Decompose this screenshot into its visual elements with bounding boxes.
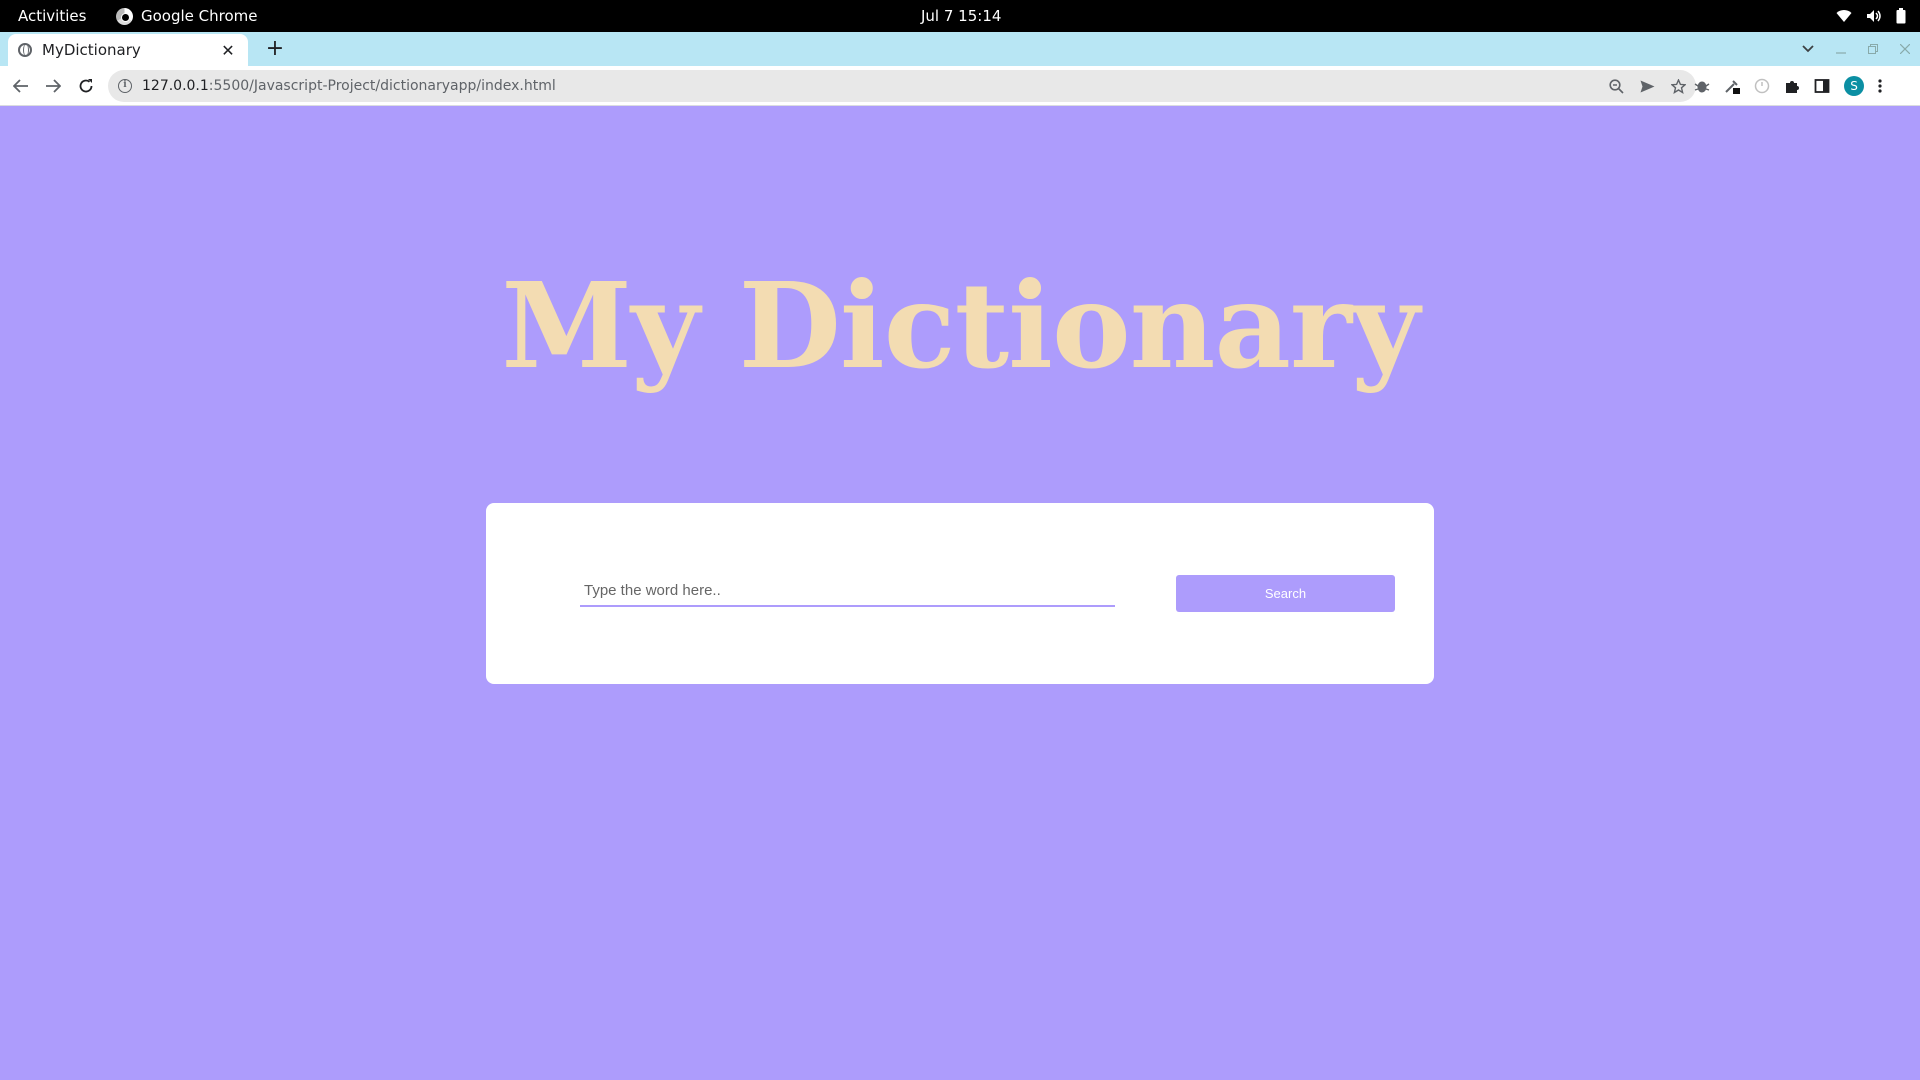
browser-toolbar: i 127.0.0.1:5500/Javascript-Project/dict… [0, 66, 1920, 106]
kebab-menu-icon[interactable] [1878, 78, 1882, 94]
wifi-icon [1836, 10, 1852, 22]
address-bar[interactable]: i 127.0.0.1:5500/Javascript-Project/dict… [108, 70, 1696, 102]
tab-strip: MyDictionary ✕ + [0, 32, 1920, 66]
window-controls [1802, 32, 1910, 66]
tab-search-chevron-icon[interactable] [1802, 45, 1814, 53]
url-text[interactable]: 127.0.0.1:5500/Javascript-Project/dictio… [142, 78, 556, 94]
url-host: 127.0.0.1 [142, 78, 209, 94]
eyedropper-extension-icon[interactable] [1724, 78, 1740, 94]
extensions-area: S [1694, 66, 1882, 106]
profile-avatar[interactable]: S [1844, 76, 1864, 96]
system-tray[interactable] [1836, 0, 1906, 32]
minimize-icon[interactable] [1836, 44, 1846, 54]
zoom-icon[interactable] [1609, 78, 1624, 94]
restore-icon[interactable] [1868, 44, 1878, 54]
forward-button[interactable] [39, 66, 67, 106]
search-card: Search [486, 503, 1434, 684]
tab-mydictionary[interactable]: MyDictionary ✕ [8, 34, 248, 66]
back-button[interactable] [7, 66, 35, 106]
activities-button[interactable]: Activities [18, 0, 86, 32]
send-icon[interactable] [1640, 80, 1655, 93]
reload-button[interactable] [72, 66, 100, 106]
globe-icon [18, 43, 32, 57]
url-path: :5500/Javascript-Project/dictionaryapp/i… [208, 78, 556, 94]
timer-extension-icon[interactable] [1754, 78, 1770, 94]
page-title: My Dictionary [501, 256, 1419, 395]
new-tab-button[interactable]: + [262, 36, 288, 62]
volume-icon [1867, 10, 1881, 22]
back-arrow-icon [13, 79, 28, 93]
bookmark-star-icon[interactable] [1671, 78, 1686, 94]
battery-icon [1896, 8, 1906, 24]
clock[interactable]: Jul 7 15:14 [921, 0, 1001, 32]
search-button[interactable]: Search [1176, 575, 1395, 612]
system-top-bar: Activities Google Chrome Jul 7 15:14 [0, 0, 1920, 32]
page-viewport: My Dictionary Search [0, 106, 1920, 1080]
site-info-icon[interactable]: i [118, 79, 132, 93]
side-panel-icon[interactable] [1814, 78, 1830, 94]
chrome-icon [116, 7, 133, 25]
word-search-input[interactable] [580, 575, 1115, 607]
bug-extension-icon[interactable] [1694, 78, 1710, 94]
close-window-icon[interactable] [1900, 44, 1910, 54]
tab-close-icon[interactable]: ✕ [218, 41, 238, 60]
omnibox-actions [1609, 70, 1686, 102]
puzzle-extensions-icon[interactable] [1784, 78, 1800, 94]
app-name: Google Chrome [141, 7, 258, 25]
tab-title: MyDictionary [42, 41, 141, 59]
reload-icon [79, 79, 93, 93]
forward-arrow-icon [46, 79, 61, 93]
app-menu[interactable]: Google Chrome [116, 0, 258, 32]
